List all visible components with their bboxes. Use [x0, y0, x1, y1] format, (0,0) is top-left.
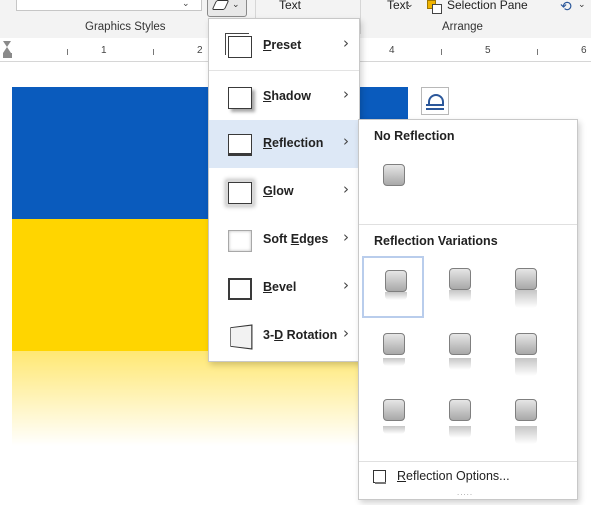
reflection-preview-icon [449, 399, 471, 421]
menu-item-soft-edges[interactable]: Soft Edges › [209, 216, 359, 264]
reflection-preview-icon [383, 399, 405, 421]
reflection-preview-icon [515, 268, 537, 290]
ruler-tick [441, 49, 442, 55]
chevron-right-icon: › [343, 228, 349, 246]
reflection-preview-icon [515, 399, 537, 421]
reflection-variation-full-8pt[interactable] [494, 387, 556, 449]
menu-item-glow[interactable]: Glow › [209, 168, 359, 216]
selection-pane-icon [427, 0, 442, 14]
menu-item-label: Bevel [263, 280, 297, 294]
bevel-effect-icon [228, 278, 252, 300]
chevron-right-icon: › [343, 276, 349, 294]
menu-item-label: 3-D Rotation [263, 328, 338, 342]
chevron-right-icon: › [343, 180, 349, 198]
3d-rotation-effect-icon [230, 324, 253, 350]
ruler-number: 1 [101, 45, 107, 56]
menu-item-bevel[interactable]: Bevel › [209, 264, 359, 312]
chevron-down-icon: ⌄ [232, 0, 240, 9]
chevron-down-icon[interactable]: ⌄ [406, 0, 414, 10]
selection-pane-button[interactable]: Selection Pane [447, 0, 528, 12]
reflection-preview-icon [383, 333, 405, 355]
resize-grip[interactable]: ..... [457, 488, 473, 497]
ruler-number: 4 [389, 45, 395, 56]
alt-text-button[interactable]: Text [279, 0, 301, 12]
reflection-variation-half-8pt[interactable] [428, 387, 490, 449]
reflection-preview-icon [449, 268, 471, 290]
chevron-right-icon: › [343, 132, 349, 150]
graphics-styles-group-label: Graphics Styles [85, 21, 166, 33]
graphics-styles-gallery[interactable] [16, 0, 202, 11]
ruler-number: 2 [197, 45, 203, 56]
ruler-number: 6 [581, 45, 587, 56]
reflection-variation-half-4pt[interactable] [428, 321, 490, 383]
chevron-down-icon[interactable]: ⌄ [578, 0, 586, 10]
menu-item-label: Soft Edges [263, 232, 329, 246]
ruler-tick [537, 49, 538, 55]
menu-item-preset[interactable]: Preset › [209, 22, 359, 70]
reflection-variation-tight-touching[interactable] [362, 256, 424, 318]
menu-item-label: Reflection [263, 136, 324, 150]
reflection-preview-icon [383, 164, 405, 186]
preset-effect-icon [228, 36, 252, 58]
menu-item-reflection[interactable]: Reflection › [209, 120, 359, 168]
rotate-icon[interactable]: ⟲ [560, 0, 572, 15]
chevron-right-icon: › [343, 324, 349, 342]
gallery-dropdown-icon[interactable]: ⌄ [182, 0, 190, 9]
ribbon-divider [360, 0, 361, 34]
chevron-right-icon: › [343, 34, 349, 52]
menu-item-3d-rotation[interactable]: 3-D Rotation › [209, 312, 359, 360]
picture-effects-menu: Preset › Shadow › Reflection › Glow › So… [208, 18, 360, 362]
reflection-preview-icon [515, 333, 537, 355]
arrange-group-label: Arrange [442, 21, 483, 33]
ruler-tick [153, 49, 154, 55]
no-reflection-option[interactable] [362, 152, 424, 214]
reflection-effect-icon [228, 134, 252, 156]
shadow-effect-icon [228, 87, 252, 109]
menu-item-shadow[interactable]: Shadow › [209, 73, 359, 121]
menu-item-label: Shadow [263, 89, 311, 103]
menu-item-label: Glow [263, 184, 294, 198]
soft-edges-effect-icon [228, 230, 252, 252]
reflection-submenu: No Reflection Reflection Variations Refl… [358, 119, 578, 500]
glow-effect-icon [228, 182, 252, 204]
reflection-options-icon [373, 470, 386, 484]
flag-reflection [12, 351, 408, 446]
effects-icon [211, 0, 230, 10]
ruler-tick [67, 49, 68, 55]
submenu-divider [359, 224, 577, 225]
graphics-effects-button[interactable]: ⌄ [207, 0, 247, 17]
reflection-variation-full-touching[interactable] [494, 256, 556, 318]
reflection-variation-tight-8pt[interactable] [362, 387, 424, 449]
menu-divider [209, 70, 359, 71]
indent-marker[interactable] [3, 41, 12, 58]
reflection-variations-heading: Reflection Variations [374, 234, 498, 248]
layout-options-button[interactable] [421, 87, 449, 115]
reflection-preview-icon [449, 333, 471, 355]
reflection-options-label: Reflection Options... [397, 469, 510, 483]
layout-options-icon [428, 94, 444, 104]
reflection-variation-half-touching[interactable] [428, 256, 490, 318]
no-reflection-heading: No Reflection [374, 129, 455, 143]
submenu-divider [359, 461, 577, 462]
ruler-number: 5 [485, 45, 491, 56]
reflection-preview-icon [385, 270, 407, 292]
chevron-right-icon: › [343, 85, 349, 103]
menu-item-label: Preset [263, 38, 302, 52]
reflection-variation-tight-4pt[interactable] [362, 321, 424, 383]
reflection-variation-full-4pt[interactable] [494, 321, 556, 383]
